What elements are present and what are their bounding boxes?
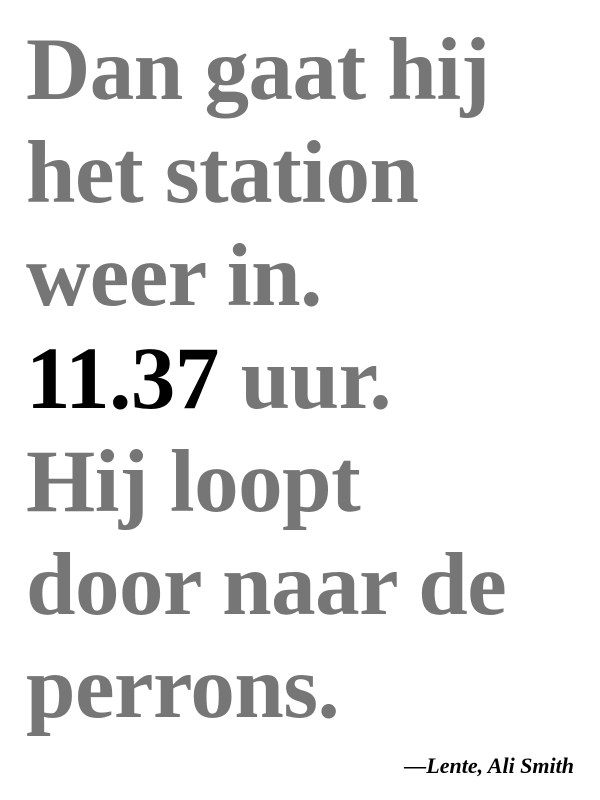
quote-line: Dan gaat hij bbox=[26, 21, 490, 119]
quote-time-line: 11.37 uur. bbox=[26, 328, 596, 431]
quote-line: Hij loopt bbox=[26, 433, 361, 531]
quote-line: door naar de bbox=[26, 536, 507, 634]
quote-line: het station bbox=[26, 124, 419, 222]
quote-line: weer in. bbox=[26, 227, 322, 325]
quote-line: perrons. bbox=[26, 639, 340, 737]
quote-time: 11.37 bbox=[26, 330, 219, 428]
quote-attribution: —Lente, Ali Smith bbox=[404, 753, 574, 778]
quote-time-suffix: uur. bbox=[218, 330, 392, 428]
quote-text: Dan gaat hij het station weer in. 11.37 … bbox=[26, 19, 596, 740]
